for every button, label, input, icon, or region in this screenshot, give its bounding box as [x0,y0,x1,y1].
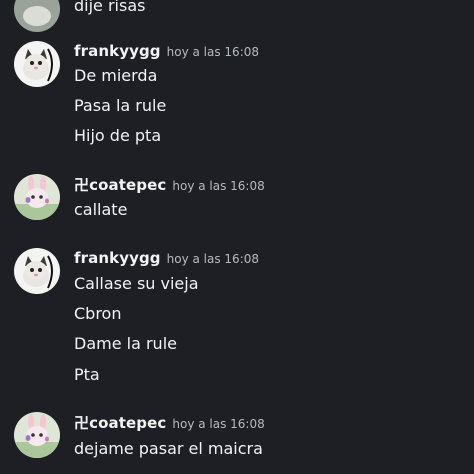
cat-avatar-image [14,41,60,87]
avatar[interactable] [14,41,60,87]
message-text: Hijo de pta [74,126,162,145]
message-text: dije risas [74,0,146,15]
avatar-image [14,0,60,32]
username[interactable]: frankyygg [74,249,161,267]
message-text: Cbron [74,304,122,323]
message-header: frankyygg hoy a las 16:08 [74,248,259,270]
message-text: De mierda [74,66,158,85]
cat-avatar-image [14,248,60,294]
message-text: Dame la rule [74,334,177,353]
message-text: callate [74,200,128,219]
message-header: frankyygg hoy a las 16:08 [74,41,259,63]
timestamp[interactable]: hoy a las 16:08 [172,417,264,431]
timestamp[interactable]: hoy a las 16:08 [172,179,264,193]
message-header: 卍coatepec hoy a las 16:08 [74,412,265,434]
message-text: Callase su vieja [74,274,199,293]
message-text: dejame pasar el maicra [74,439,263,458]
avatar[interactable] [14,0,60,32]
message-text: Pasa la rule [74,96,167,115]
avatar[interactable] [14,248,60,294]
bunny-avatar-image [14,412,60,458]
username[interactable]: 卍coatepec [74,176,166,194]
bunny-avatar-image [14,174,60,220]
message-header: 卍coatepec hoy a las 16:08 [74,174,265,196]
timestamp[interactable]: hoy a las 16:08 [167,45,259,59]
timestamp[interactable]: hoy a las 16:08 [167,252,259,266]
chat-message-list: dije risas frankyygg hoy a las 16:08 De m… [0,0,474,474]
message-text: Pta [74,365,100,384]
username[interactable]: frankyygg [74,42,161,60]
avatar[interactable] [14,174,60,220]
avatar[interactable] [14,412,60,458]
username[interactable]: 卍coatepec [74,414,166,432]
